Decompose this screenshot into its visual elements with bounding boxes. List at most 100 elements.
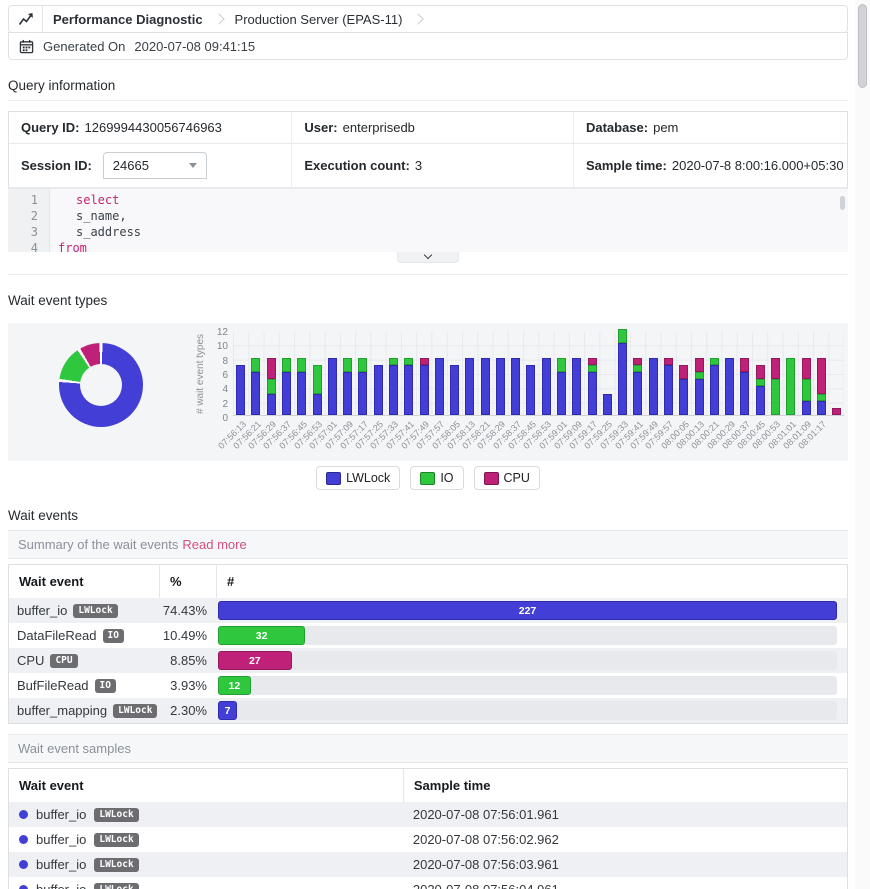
bar-segment-io — [282, 358, 291, 372]
y-tick-label: 4 — [222, 384, 228, 395]
bar-segment-cpu — [664, 358, 673, 365]
bar-group[interactable] — [478, 358, 493, 415]
bar-group[interactable] — [508, 358, 523, 415]
bar-segment-lwlock — [618, 343, 627, 415]
bar-group[interactable] — [462, 358, 477, 415]
query-id-field: Query ID: 1269994430056746963 — [9, 112, 291, 144]
bar-group[interactable] — [798, 358, 813, 415]
bar-segment-lwlock — [526, 365, 535, 415]
session-id-value: 24665 — [113, 158, 149, 173]
y-tick-label: 2 — [222, 399, 228, 410]
expand-sql-button[interactable] — [397, 252, 459, 263]
bar-group[interactable] — [646, 358, 661, 415]
wait-event-type-badge: LWLock — [113, 704, 157, 718]
bar-group[interactable] — [447, 365, 462, 415]
bar-group[interactable] — [309, 365, 324, 415]
bar-chart-plot-area — [233, 332, 844, 416]
bar-group[interactable] — [722, 358, 737, 415]
execution-count-field: Execution count: 3 — [291, 144, 573, 188]
read-more-link[interactable]: Read more — [182, 537, 246, 552]
bar-group[interactable] — [248, 358, 263, 415]
y-axis-ticks: 121086420 — [209, 329, 233, 421]
performance-diagnostic-page: Performance Diagnostic Production Server… — [0, 0, 870, 889]
count-bar-track: 227 — [218, 601, 837, 620]
legend-item-io[interactable]: IO — [410, 466, 463, 490]
bar-group[interactable] — [523, 365, 538, 415]
database-value: pem — [653, 120, 678, 135]
sql-editor[interactable]: 1select2s_name,3s_address4from — [8, 188, 848, 252]
bar-segment-lwlock — [328, 358, 337, 415]
page-scrollbar-thumb[interactable] — [858, 4, 867, 88]
bar-group[interactable] — [630, 358, 645, 415]
bar-group[interactable] — [707, 358, 722, 415]
wait-event-types-donut-chart[interactable] — [59, 343, 143, 427]
sql-line-number: 2 — [8, 208, 38, 224]
bar-group[interactable] — [340, 358, 355, 415]
wait-events-caption: Summary of the wait eventsRead more — [8, 531, 848, 559]
bar-group[interactable] — [233, 365, 248, 415]
bar-group[interactable] — [279, 358, 294, 415]
bar-group[interactable] — [615, 329, 630, 415]
bar-group[interactable] — [264, 358, 279, 415]
wait-event-name: CPU — [17, 653, 44, 668]
bar-group[interactable] — [661, 358, 676, 415]
bar-group[interactable] — [753, 365, 768, 415]
breadcrumb-item-server[interactable]: Production Server (EPAS-11) — [225, 12, 413, 27]
count-bar-track: 32 — [218, 626, 837, 645]
bar-group[interactable] — [416, 358, 431, 415]
bar-group[interactable] — [829, 408, 844, 415]
section-divider — [8, 274, 848, 275]
bar-group[interactable] — [371, 365, 386, 415]
bar-group[interactable] — [432, 358, 447, 415]
bar-segment-io — [771, 379, 780, 415]
bar-group[interactable] — [386, 358, 401, 415]
bar-segment-lwlock — [389, 365, 398, 415]
bar-group[interactable] — [814, 358, 829, 415]
bar-group[interactable] — [737, 358, 752, 415]
bar-segment-lwlock — [496, 358, 505, 415]
bar-segment-lwlock — [710, 365, 719, 415]
bar-group[interactable] — [539, 358, 554, 415]
bar-segment-io — [343, 358, 352, 372]
event-type-dot — [19, 835, 28, 844]
donut-chart-wrap — [8, 323, 194, 461]
bar-segment-lwlock — [542, 358, 551, 415]
bar-group[interactable] — [691, 358, 706, 415]
wait-event-name-cell: buffer_ioLWLock — [9, 603, 159, 618]
sql-line-number: 1 — [8, 192, 38, 208]
bar-group[interactable] — [355, 358, 370, 415]
wait-event-count-cell: 27 — [216, 651, 847, 670]
bar-group[interactable] — [584, 358, 599, 415]
query-information-title: Query information — [8, 78, 848, 101]
breadcrumb-item-performance-diagnostic[interactable]: Performance Diagnostic — [43, 12, 213, 27]
legend-item-lwlock[interactable]: LWLock — [316, 466, 400, 490]
bar-group[interactable] — [768, 358, 783, 415]
session-id-dropdown[interactable]: 24665 — [103, 152, 207, 179]
bar-segment-lwlock — [313, 394, 322, 416]
legend-swatch — [484, 472, 499, 485]
bar-group[interactable] — [676, 365, 691, 415]
bar-segment-io — [297, 358, 306, 372]
bar-group[interactable] — [783, 358, 798, 415]
bar-segment-lwlock — [756, 386, 765, 415]
sql-lines: 1select2s_name,3s_address4from — [8, 192, 848, 252]
bar-segment-lwlock — [725, 358, 734, 415]
bar-segment-cpu — [267, 358, 276, 380]
bar-group[interactable] — [294, 358, 309, 415]
bar-segment-lwlock — [511, 358, 520, 415]
bar-segment-io — [404, 358, 413, 365]
bar-segment-lwlock — [802, 401, 811, 415]
bar-group[interactable] — [325, 358, 340, 415]
bar-segment-io — [313, 365, 322, 394]
bar-segment-cpu — [802, 358, 811, 380]
legend-item-cpu[interactable]: CPU — [474, 466, 540, 490]
bar-group[interactable] — [600, 394, 615, 416]
bar-group[interactable] — [493, 358, 508, 415]
bar-group[interactable] — [401, 358, 416, 415]
bar-segment-cpu — [420, 358, 429, 365]
event-type-dot — [19, 810, 28, 819]
bar-group[interactable] — [554, 358, 569, 415]
col-sample-time: Sample time — [403, 769, 847, 802]
sql-scrollbar-thumb[interactable] — [840, 196, 845, 210]
bar-group[interactable] — [569, 358, 584, 415]
